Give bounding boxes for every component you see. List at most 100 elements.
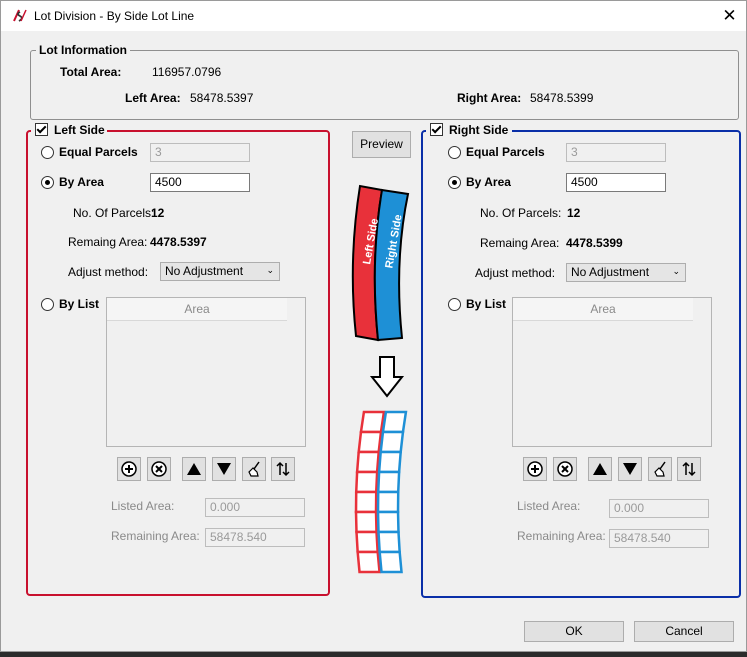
right-adjust-method-select[interactable]: No Adjustment ⌄: [566, 263, 686, 282]
left-move-down-button[interactable]: [212, 457, 236, 481]
app-logo-icon: [13, 9, 27, 22]
total-area-value: 116957.0796: [152, 65, 222, 79]
lot-information-title: Lot Information: [36, 43, 130, 57]
left-parcel-cell: [354, 470, 379, 494]
left-by-area-input[interactable]: 4500: [150, 173, 250, 192]
left-adjust-method-select[interactable]: No Adjustment ⌄: [160, 262, 280, 281]
left-equal-parcels-label: Equal Parcels: [59, 145, 138, 159]
left-parcel-cell: [355, 450, 381, 474]
sort-icon: [682, 461, 696, 477]
right-list-column-header[interactable]: Area: [513, 298, 693, 321]
right-by-list-label: By List: [466, 297, 507, 311]
right-by-area-radio[interactable]: [448, 176, 461, 189]
left-area-label: Left Area:: [125, 91, 181, 105]
preview-button[interactable]: Preview: [352, 131, 411, 158]
right-parcel-cell: [381, 410, 408, 434]
right-clear-button[interactable]: [648, 457, 672, 481]
right-side-title: Right Side: [449, 123, 509, 137]
left-side-checkbox[interactable]: [35, 123, 48, 136]
right-equal-parcels-label: Equal Parcels: [466, 145, 545, 159]
add-icon: [527, 461, 543, 477]
right-equal-parcels-radio[interactable]: [448, 146, 461, 159]
right-remaining-value: 4478.5399: [566, 236, 623, 250]
right-by-area-label: By Area: [466, 175, 511, 189]
move-down-icon: [623, 463, 637, 475]
right-move-up-button[interactable]: [588, 457, 612, 481]
right-remaining-label: Remaing Area:: [480, 236, 560, 250]
left-listed-area-label: Listed Area:: [111, 499, 175, 513]
dialog-window: Lot Division - By Side Lot Line ✕ Lot In…: [0, 0, 747, 652]
move-up-icon: [187, 463, 201, 475]
right-parcel-cell: [376, 490, 400, 514]
right-area-label: Right Area:: [457, 91, 522, 105]
left-delete-button[interactable]: [147, 457, 171, 481]
left-side-title: Left Side: [54, 123, 105, 137]
right-parcel-cell: [376, 470, 401, 494]
move-down-icon: [217, 463, 231, 475]
left-area-list[interactable]: Area: [106, 297, 306, 447]
left-remaining-area-label: Remaining Area:: [111, 529, 200, 543]
title-bar: Lot Division - By Side Lot Line ✕: [1, 1, 746, 31]
arrow-down-icon: [369, 356, 405, 398]
right-remaining-area-label: Remaining Area:: [517, 529, 606, 543]
total-area-label: Total Area:: [60, 65, 122, 79]
left-equal-parcels-radio[interactable]: [41, 146, 54, 159]
close-icon[interactable]: ✕: [713, 1, 746, 31]
left-by-area-label: By Area: [59, 175, 104, 189]
right-remaining-area-input[interactable]: 58478.540: [609, 529, 709, 548]
right-parcel-cell: [377, 450, 403, 474]
left-parcel-cell: [355, 530, 379, 554]
right-add-button[interactable]: [523, 457, 547, 481]
clear-icon: [654, 461, 666, 477]
right-listed-area-input[interactable]: 0.000: [609, 499, 709, 518]
right-area-list[interactable]: Area: [512, 297, 712, 447]
left-adjust-method-label: Adjust method:: [68, 265, 149, 279]
left-adjust-method-value: No Adjustment: [165, 264, 244, 278]
right-parcel-cell: [378, 550, 403, 574]
right-parcel-cell: [376, 510, 400, 534]
clear-icon: [248, 461, 260, 477]
left-move-up-button[interactable]: [182, 457, 206, 481]
left-num-parcels-label: No. Of Parcels:: [73, 206, 155, 220]
right-move-down-button[interactable]: [618, 457, 642, 481]
left-list-column-header[interactable]: Area: [107, 298, 287, 321]
left-parcel-cell: [354, 490, 378, 514]
right-by-list-radio[interactable]: [448, 298, 461, 311]
right-delete-button[interactable]: [553, 457, 577, 481]
left-parcel-cell: [354, 510, 378, 534]
left-by-list-radio[interactable]: [41, 298, 54, 311]
left-sort-button[interactable]: [271, 457, 295, 481]
delete-icon: [151, 461, 167, 477]
right-by-area-input[interactable]: 4500: [566, 173, 666, 192]
side-illustration: Left Side Right Side: [351, 184, 410, 342]
delete-icon: [557, 461, 573, 477]
right-parcel-cell: [379, 430, 405, 454]
left-remaining-value: 4478.5397: [150, 235, 207, 249]
sort-icon: [276, 461, 290, 477]
add-icon: [121, 461, 137, 477]
left-listed-area-input[interactable]: 0.000: [205, 498, 305, 517]
left-remaining-area-input[interactable]: 58478.540: [205, 528, 305, 547]
left-num-parcels-value: 12: [151, 206, 165, 220]
left-clear-button[interactable]: [242, 457, 266, 481]
right-area-value: 58478.5399: [530, 91, 594, 105]
right-sort-button[interactable]: [677, 457, 701, 481]
left-equal-parcels-input[interactable]: 3: [150, 143, 250, 162]
left-by-list-label: By List: [59, 297, 100, 311]
right-equal-parcels-input[interactable]: 3: [566, 143, 666, 162]
window-title: Lot Division - By Side Lot Line: [34, 9, 195, 23]
cancel-button[interactable]: Cancel: [634, 621, 734, 642]
right-adjust-method-value: No Adjustment: [571, 265, 650, 279]
ok-button[interactable]: OK: [524, 621, 624, 642]
right-side-checkbox[interactable]: [430, 123, 443, 136]
parcels-illustration: [354, 410, 408, 574]
left-by-area-radio[interactable]: [41, 176, 54, 189]
left-add-button[interactable]: [117, 457, 141, 481]
right-listed-area-label: Listed Area:: [517, 499, 581, 513]
lot-information-group: [30, 50, 739, 120]
move-up-icon: [593, 463, 607, 475]
right-num-parcels-label: No. Of Parcels:: [480, 206, 562, 220]
left-parcel-cell: [359, 410, 386, 434]
chevron-down-icon: ⌄: [266, 265, 274, 275]
left-area-value: 58478.5397: [190, 91, 254, 105]
